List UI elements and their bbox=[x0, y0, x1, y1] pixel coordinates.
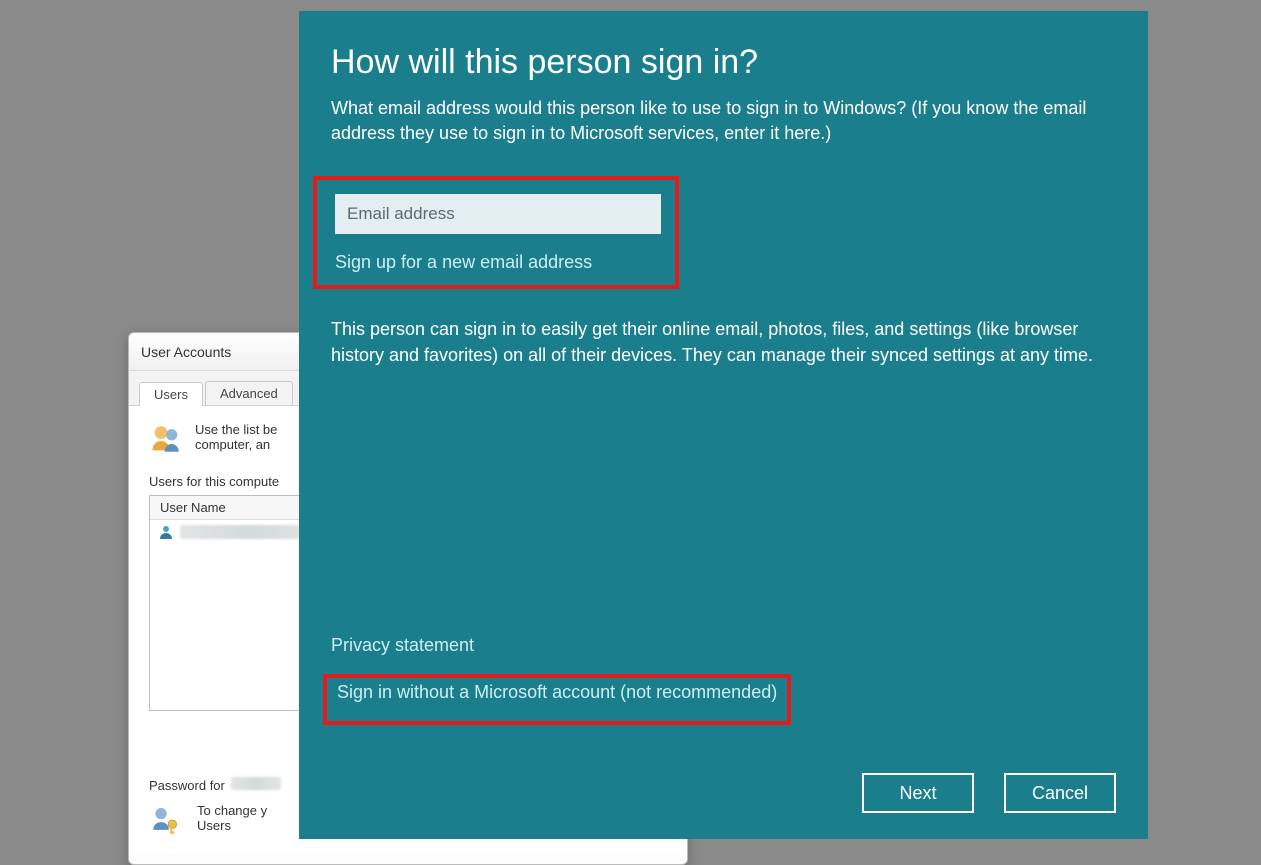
privacy-link[interactable]: Privacy statement bbox=[331, 635, 1116, 656]
key-users-icon bbox=[149, 803, 183, 837]
signup-link[interactable]: Sign up for a new email address bbox=[335, 252, 592, 273]
password-sub-2: Users bbox=[197, 818, 267, 833]
page-subtitle: What email address would this person lik… bbox=[331, 96, 1108, 146]
description-text-2: computer, an bbox=[195, 437, 277, 452]
user-small-icon bbox=[158, 524, 174, 540]
password-user-blurred bbox=[231, 777, 281, 790]
signin-modal: How will this person sign in? What email… bbox=[299, 11, 1148, 839]
description-text-1: Use the list be bbox=[195, 422, 277, 437]
tab-advanced[interactable]: Advanced bbox=[205, 381, 293, 405]
users-icon bbox=[149, 422, 183, 456]
cancel-button[interactable]: Cancel bbox=[1004, 773, 1116, 813]
info-text: This person can sign in to easily get th… bbox=[331, 317, 1108, 367]
tab-users[interactable]: Users bbox=[139, 382, 203, 406]
no-ms-account-link[interactable]: Sign in without a Microsoft account (not… bbox=[337, 682, 777, 703]
page-title: How will this person sign in? bbox=[331, 43, 1108, 82]
next-button[interactable]: Next bbox=[862, 773, 974, 813]
highlight-email-section: Sign up for a new email address bbox=[313, 176, 679, 289]
email-field[interactable] bbox=[335, 194, 661, 234]
password-sub-1: To change y bbox=[197, 803, 267, 818]
highlight-no-ms-account: Sign in without a Microsoft account (not… bbox=[323, 674, 791, 725]
password-heading: Password for bbox=[149, 778, 225, 793]
